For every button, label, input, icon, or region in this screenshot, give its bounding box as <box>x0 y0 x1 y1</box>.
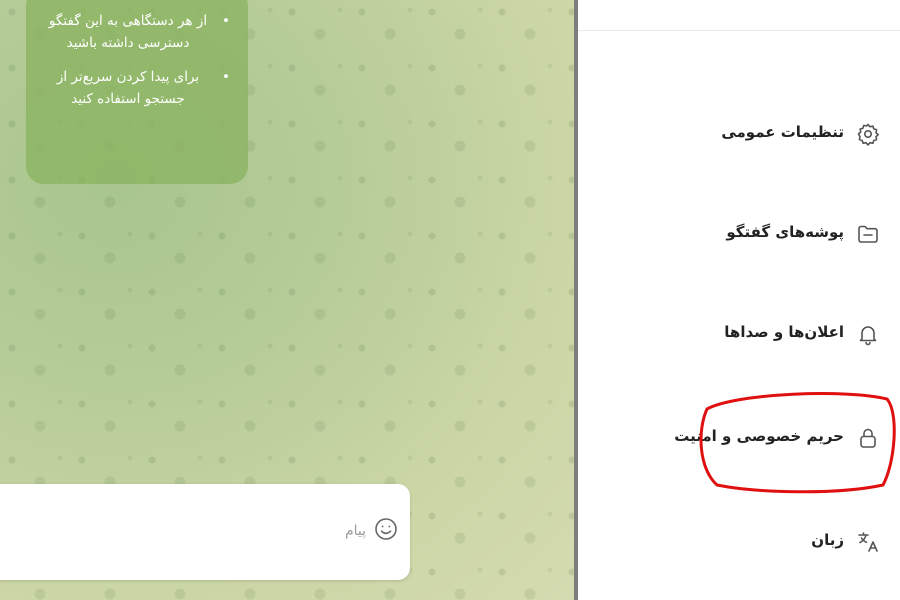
settings-item-label: زبان <box>811 531 844 549</box>
info-bullet-text: از هر دستگاهی به این گفتگو دسترسی داشته … <box>48 13 208 51</box>
settings-item-chat-folders[interactable]: پوشه‌های گفتگو <box>578 204 900 264</box>
emoji-icon[interactable] <box>374 517 398 541</box>
settings-item-label: اعلان‌ها و صداها <box>724 323 844 341</box>
header-divider <box>578 30 900 31</box>
info-bullet: • از هر دستگاهی به این گفتگو دسترسی داشت… <box>40 10 230 54</box>
message-input[interactable] <box>114 518 368 544</box>
info-bubble: • از هر دستگاهی به این گفتگو دسترسی داشت… <box>26 0 248 184</box>
folder-icon <box>856 222 880 246</box>
bullet-dot: • <box>222 69 230 85</box>
bell-icon <box>856 322 880 346</box>
settings-item-notifications[interactable]: اعلان‌ها و صداها <box>578 304 900 364</box>
settings-item-label: پوشه‌های گفتگو <box>726 223 844 241</box>
settings-item-general[interactable]: تنظیمات عمومی <box>578 104 900 164</box>
info-bullet-text: برای پیدا کردن سریع‌تر از جستجو استفاده … <box>56 69 200 107</box>
gear-icon <box>856 122 880 146</box>
settings-item-label: تنظیمات عمومی <box>721 123 844 141</box>
settings-item-language[interactable]: زبان <box>578 512 900 572</box>
settings-panel: تنظیمات عمومی پوشه‌های گفتگو اعلان‌ها و … <box>578 0 900 600</box>
translate-icon <box>856 530 880 554</box>
bullet-dot: • <box>222 13 230 29</box>
chat-area: • از هر دستگاهی به این گفتگو دسترسی داشت… <box>0 0 574 600</box>
info-bullet: • برای پیدا کردن سریع‌تر از جستجو استفاد… <box>40 66 230 110</box>
message-composer <box>0 484 410 580</box>
highlight-annotation <box>699 392 896 494</box>
